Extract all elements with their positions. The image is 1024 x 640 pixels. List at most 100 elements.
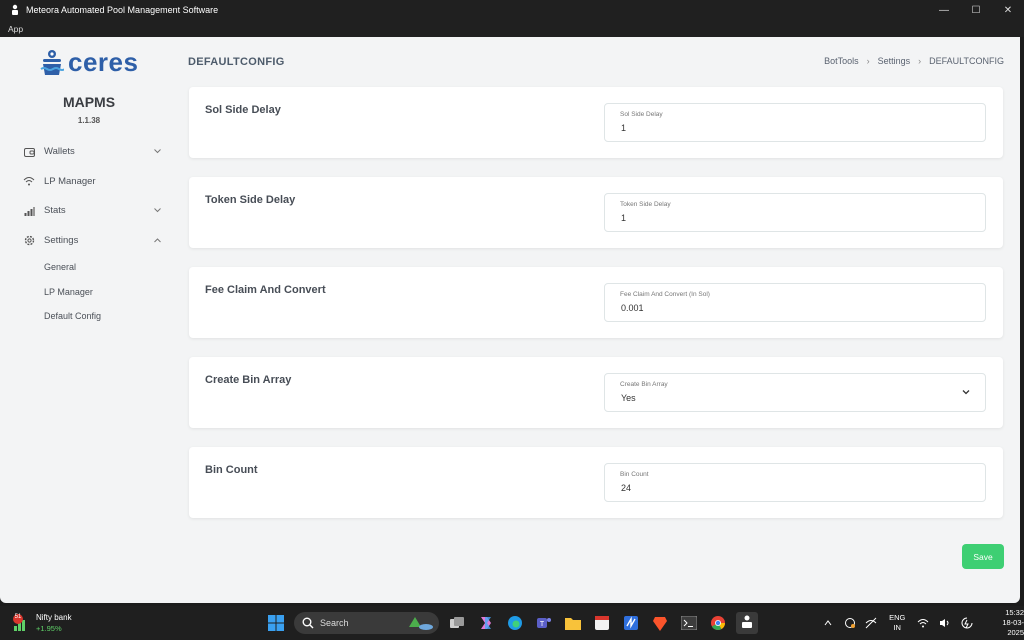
- setting-label: Fee Claim And Convert: [205, 284, 326, 296]
- field-label: Create Bin Array: [620, 381, 668, 388]
- field-label: Bin Count: [620, 471, 649, 478]
- sidebar-item-label: Settings: [44, 234, 79, 246]
- window-title: Meteora Automated Pool Management Softwa…: [26, 5, 219, 15]
- battery-icon[interactable]: [959, 615, 975, 631]
- menubar: App: [0, 20, 1024, 37]
- recycle-icon: [409, 617, 433, 630]
- breadcrumb-item: DEFAULTCONFIG: [929, 56, 1004, 66]
- chevron-down-icon: [152, 149, 162, 154]
- field-value: 1: [621, 123, 627, 133]
- bar-chart-icon: [22, 204, 36, 218]
- sidebar-item-settings[interactable]: Settings: [22, 226, 162, 256]
- sidebar-subitem-general[interactable]: General: [22, 255, 162, 280]
- app-name: MAPMS: [62, 94, 116, 110]
- clock-date: 18-03-2025: [1002, 618, 1024, 637]
- setting-card-bin-count: Bin Count Bin Count 24: [189, 447, 1003, 518]
- taskbar-apps: Search T: [265, 611, 765, 635]
- sidebar-item-lp-manager[interactable]: LP Manager: [22, 167, 162, 197]
- field-label: Token Side Delay: [620, 201, 671, 208]
- volume-icon[interactable]: [937, 615, 953, 631]
- app-version: 1.1.38: [77, 116, 101, 125]
- fee-claim-input[interactable]: Fee Claim And Convert (In Sol) 0.001: [604, 283, 986, 322]
- calendar-app-icon[interactable]: [591, 612, 613, 634]
- field-label: Sol Side Delay: [620, 111, 663, 118]
- breadcrumb: BotTools › Settings › DEFAULTCONFIG: [824, 56, 1004, 66]
- ceres-app-icon[interactable]: [736, 612, 758, 634]
- sidebar: ceres MAPMS 1.1.38 Wallets LP Manager St…: [0, 37, 178, 603]
- language-bottom: IN: [893, 623, 901, 632]
- language-top: ENG: [889, 613, 906, 622]
- brave-browser-icon[interactable]: [649, 612, 671, 634]
- widget-badge: 51: [14, 614, 22, 620]
- token-side-delay-input[interactable]: Token Side Delay 1: [604, 193, 986, 232]
- setting-card-create-bin-array: Create Bin Array Create Bin Array Yes: [189, 357, 1003, 428]
- taskbar-search[interactable]: Search: [294, 612, 439, 634]
- breadcrumb-item[interactable]: Settings: [878, 56, 911, 66]
- ceres-logo-icon: [40, 49, 64, 75]
- widget-change: +1.95%: [36, 624, 62, 633]
- bin-count-input[interactable]: Bin Count 24: [604, 463, 986, 502]
- setting-card-sol-side-delay: Sol Side Delay Sol Side Delay 1: [189, 87, 1003, 158]
- chevron-up-icon[interactable]: [820, 615, 836, 631]
- minimize-button[interactable]: —: [928, 0, 960, 20]
- menu-app[interactable]: App: [8, 24, 23, 34]
- maximize-button[interactable]: ☐: [960, 0, 992, 20]
- clock[interactable]: 15:32 18-03-2025: [986, 608, 1024, 638]
- setting-label: Create Bin Array: [205, 374, 292, 386]
- brand-logo: ceres: [40, 47, 138, 78]
- file-explorer-icon[interactable]: [562, 612, 584, 634]
- field-value: Yes: [621, 393, 636, 403]
- sidebar-subitem-default-config[interactable]: Default Config: [22, 304, 162, 329]
- chrome-icon[interactable]: [707, 612, 729, 634]
- vscode-icon[interactable]: [620, 612, 642, 634]
- task-view-icon[interactable]: [446, 612, 468, 634]
- create-bin-array-select[interactable]: Create Bin Array Yes: [604, 373, 986, 412]
- app-icon: [10, 4, 20, 16]
- widget-name: Nifty bank: [36, 613, 72, 622]
- sidebar-item-stats[interactable]: Stats: [22, 196, 162, 226]
- sidebar-item-wallets[interactable]: Wallets: [22, 137, 162, 167]
- field-value: 24: [621, 483, 632, 493]
- sidebar-subitem-lp-manager[interactable]: LP Manager: [22, 280, 162, 305]
- search-icon: [302, 617, 314, 629]
- terminal-icon[interactable]: [678, 612, 700, 634]
- clock-time: 15:32: [1005, 608, 1024, 617]
- chevron-down-icon: [962, 390, 970, 395]
- windows-start-icon[interactable]: [265, 612, 287, 634]
- copilot-icon[interactable]: [475, 612, 497, 634]
- field-value: 1: [621, 213, 627, 223]
- stock-chart-icon: 51: [12, 613, 32, 633]
- sidebar-item-label: Wallets: [44, 146, 75, 158]
- setting-card-token-side-delay: Token Side Delay Token Side Delay 1: [189, 177, 1003, 248]
- wifi-icon[interactable]: [915, 615, 931, 631]
- breadcrumb-separator-icon: ›: [918, 56, 922, 66]
- setting-card-fee-claim: Fee Claim And Convert Fee Claim And Conv…: [189, 267, 1003, 338]
- close-button[interactable]: ✕: [992, 0, 1024, 20]
- language-indicator[interactable]: ENG IN: [889, 613, 905, 633]
- sync-icon[interactable]: [842, 615, 858, 631]
- save-button[interactable]: Save: [962, 544, 1004, 569]
- field-value: 0.001: [621, 303, 644, 313]
- brand-name: ceres: [68, 47, 139, 77]
- setting-label: Sol Side Delay: [205, 104, 281, 116]
- search-placeholder: Search: [320, 618, 349, 628]
- app-window: ceres MAPMS 1.1.38 Wallets LP Manager St…: [0, 37, 1020, 603]
- svg-text:T: T: [540, 621, 545, 628]
- chevron-up-icon: [152, 238, 162, 243]
- sidebar-item-label: LP Manager: [44, 175, 96, 187]
- system-tray: ENG IN 15:32 18-03-2025: [820, 608, 1024, 637]
- taskbar: 51 Nifty bank +1.95% Search T ENG IN 15:…: [0, 606, 1024, 640]
- teams-icon[interactable]: T: [533, 612, 555, 634]
- chevron-down-icon: [152, 208, 162, 213]
- sol-side-delay-input[interactable]: Sol Side Delay 1: [604, 103, 986, 142]
- edge-browser-icon[interactable]: [504, 612, 526, 634]
- market-widget[interactable]: 51 Nifty bank +1.95%: [12, 612, 72, 634]
- window-titlebar: Meteora Automated Pool Management Softwa…: [0, 0, 1024, 20]
- network-off-icon[interactable]: [863, 615, 879, 631]
- wifi-icon: [22, 174, 36, 188]
- sidebar-item-label: Stats: [44, 205, 66, 217]
- gear-icon: [22, 233, 36, 247]
- breadcrumb-item[interactable]: BotTools: [824, 56, 859, 66]
- page-title: DEFAULTCONFIG: [188, 56, 285, 68]
- field-label: Fee Claim And Convert (In Sol): [620, 291, 710, 298]
